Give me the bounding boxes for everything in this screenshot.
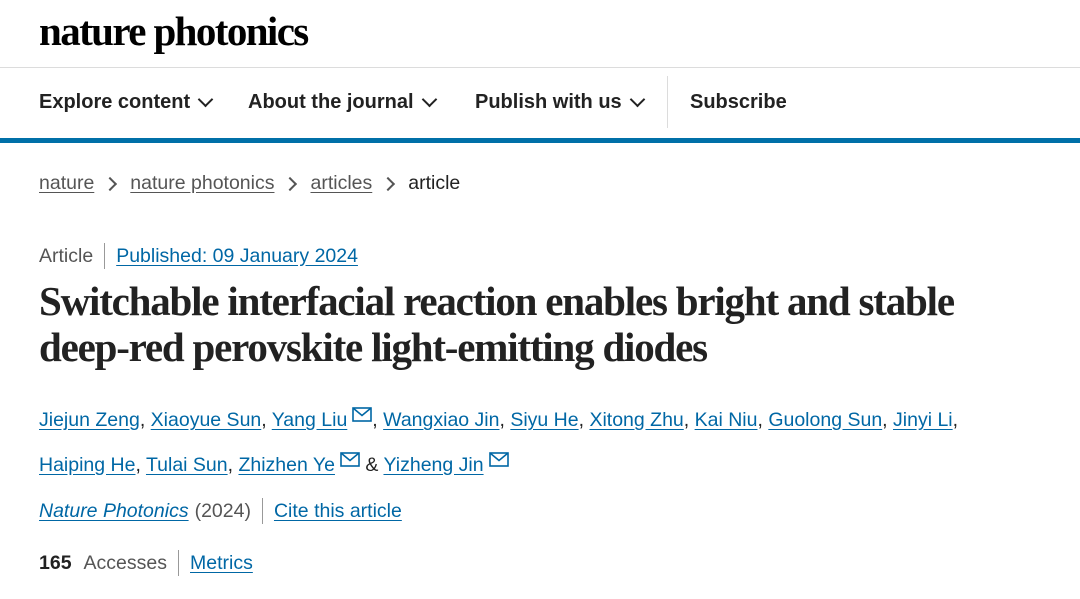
author-link[interactable]: Jiejun Zeng	[39, 409, 140, 431]
chevron-down-icon	[629, 91, 645, 108]
divider	[261, 498, 263, 524]
breadcrumb: nature nature photonics articles article	[39, 172, 460, 195]
cite-this-article-link[interactable]: Cite this article	[274, 500, 402, 523]
subscribe-link[interactable]: Subscribe	[690, 91, 787, 114]
breadcrumb-current: article	[408, 172, 461, 194]
breadcrumb-nature-photonics[interactable]: nature photonics	[130, 172, 274, 195]
envelope-icon[interactable]	[352, 396, 373, 437]
author-link[interactable]: Xiaoyue Sun	[151, 409, 262, 431]
author-link[interactable]: Yizheng Jin	[383, 454, 483, 476]
author-link[interactable]: Zhizhen Ye	[238, 454, 335, 476]
nav-explore-content[interactable]: Explore content	[39, 91, 214, 114]
brand-bar: nature photonics	[0, 0, 1080, 68]
author-link[interactable]: Haiping He	[39, 454, 135, 476]
envelope-icon[interactable]	[488, 441, 509, 482]
breadcrumb-articles[interactable]: articles	[310, 172, 372, 195]
journal-link[interactable]: Nature Photonics	[39, 500, 189, 523]
divider	[178, 550, 179, 576]
author-link[interactable]: Wangxiao Jin	[383, 409, 499, 431]
published-date-link[interactable]: Published: 09 January 2024	[116, 245, 358, 268]
author-list: Jiejun Zeng, Xiaoyue Sun, Yang Liu, Wang…	[39, 396, 1049, 486]
author-link[interactable]: Jinyi Li	[893, 409, 953, 431]
chevron-down-icon	[197, 91, 214, 108]
divider	[104, 243, 106, 269]
nav-about-the-journal[interactable]: About the journal	[248, 91, 437, 114]
nav-divider	[667, 76, 668, 128]
nav-item-label: Publish with us	[475, 91, 622, 113]
citation-line: Nature Photonics (2024) Cite this articl…	[39, 498, 402, 524]
nav-item-label: About the journal	[248, 91, 414, 113]
metrics-link[interactable]: Metrics	[190, 552, 253, 575]
journal-logo[interactable]: nature photonics	[39, 8, 309, 54]
author-link[interactable]: Kai Niu	[695, 409, 758, 431]
site-header: nature photonics Explore content About t…	[0, 0, 1080, 143]
author-link[interactable]: Xitong Zhu	[589, 409, 683, 431]
article-title: Switchable interfacial reaction enables …	[39, 278, 955, 370]
accesses-count: 165	[39, 551, 72, 574]
envelope-icon[interactable]	[340, 441, 360, 482]
main-nav: Explore content About the journal Publis…	[0, 68, 1080, 143]
article-meta: Article Published: 09 January 2024	[39, 243, 358, 269]
metrics-line: 165 Accesses Metrics	[39, 550, 253, 576]
author-link[interactable]: Guolong Sun	[768, 409, 882, 431]
author-link[interactable]: Yang Liu	[272, 409, 348, 431]
nav-item-label: Explore content	[39, 91, 191, 113]
breadcrumb-nature[interactable]: nature	[39, 172, 94, 195]
accesses-label: Accesses	[83, 551, 167, 574]
chevron-right-icon	[283, 176, 298, 191]
publication-year: (2024)	[194, 499, 251, 522]
chevron-right-icon	[103, 176, 118, 191]
article-type: Article	[39, 244, 94, 267]
author-link[interactable]: Siyu He	[510, 409, 578, 431]
nav-publish-with-us[interactable]: Publish with us	[475, 91, 645, 114]
chevron-right-icon	[381, 176, 396, 191]
chevron-down-icon	[421, 91, 437, 108]
author-link[interactable]: Tulai Sun	[146, 454, 228, 476]
